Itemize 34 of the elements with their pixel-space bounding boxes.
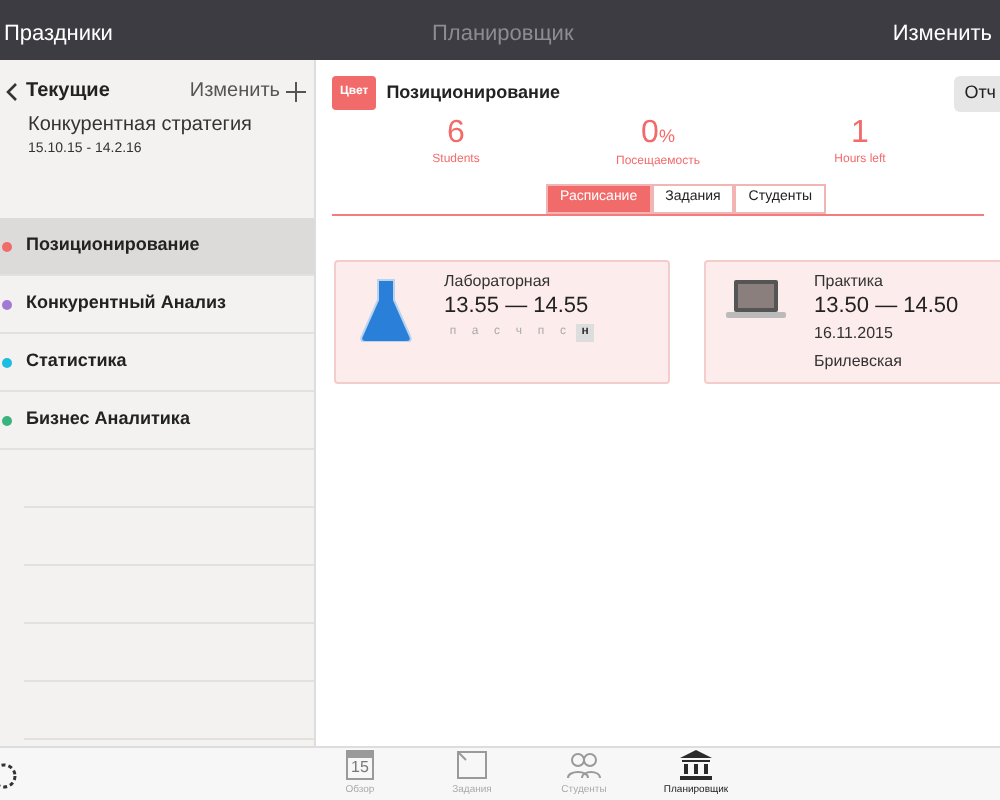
calendar-day: 15 [348, 757, 372, 778]
flask-icon [360, 277, 412, 341]
item-label: Статистика [26, 348, 127, 375]
add-icon[interactable] [286, 81, 306, 101]
back-icon[interactable] [4, 81, 20, 101]
class-time: 13.55 — 14.55 [444, 293, 591, 319]
class-time: 13.50 — 14.50 [814, 293, 959, 319]
item-label: Конкурентный Анализ [26, 290, 226, 317]
stat-value: 0% [641, 115, 675, 153]
teacher-name: Брилевская [814, 349, 904, 373]
edit-link[interactable]: Изменить [892, 17, 996, 51]
sidebar-item[interactable]: Позиционирование [0, 218, 314, 276]
detail-title: Позиционирование [386, 80, 560, 106]
item-label: Бизнес Аналитика [26, 406, 190, 433]
laptop-icon [726, 277, 786, 321]
sidebar-item[interactable]: Бизнес Аналитика [0, 392, 314, 450]
class-type: Практика [814, 269, 885, 293]
item-label: Позиционирование [26, 232, 200, 259]
class-type: Лабораторная [444, 269, 553, 293]
people-icon [566, 749, 602, 780]
sidebar-item[interactable]: Статистика [0, 334, 314, 392]
schedule-card[interactable]: Практика 13.50 — 14.50 16.11.2015 Брилевская [704, 259, 1000, 383]
report-button[interactable]: Отч [954, 76, 1000, 111]
building-icon [678, 749, 714, 780]
stat-value: 1 [851, 115, 869, 151]
back-link[interactable]: Праздники [4, 17, 113, 51]
section-title: Текущие [26, 78, 110, 106]
note-icon [456, 749, 488, 780]
sidebar-item[interactable]: Конкурентный Анализ [0, 276, 314, 334]
edit-link[interactable]: Изменить [189, 76, 280, 106]
course-name: Конкурентная стратегия [28, 112, 254, 140]
stat-value: 6 [447, 115, 465, 151]
navigation-title: Планировщик [432, 19, 574, 50]
class-date: 16.11.2015 [814, 321, 895, 345]
